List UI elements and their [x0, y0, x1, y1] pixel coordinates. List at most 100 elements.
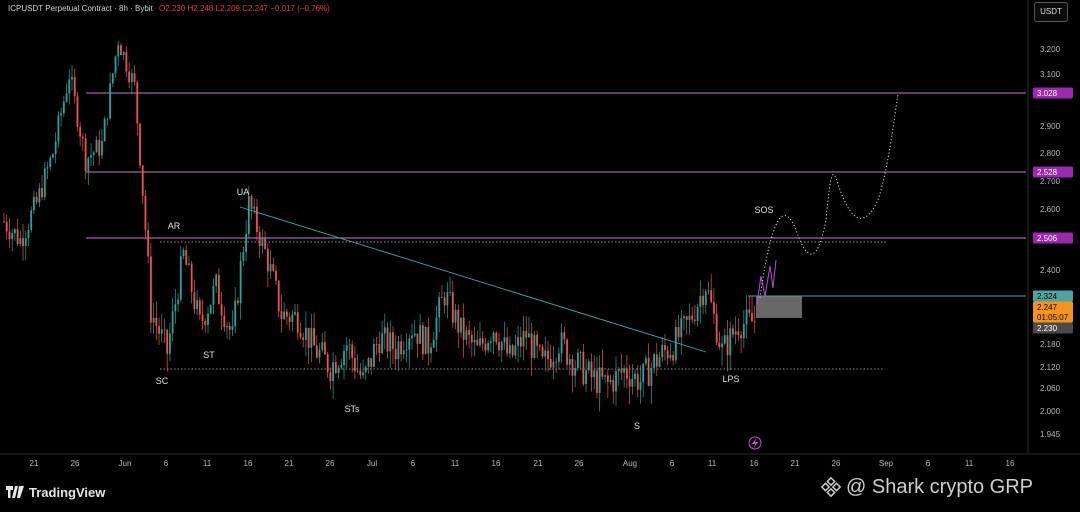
candle-body: [560, 332, 563, 354]
x-tick-label: 6: [926, 459, 931, 468]
wyckoff-annotation: UA: [237, 187, 250, 197]
candle-body: [3, 221, 5, 223]
candle-body: [541, 346, 544, 357]
wyckoff-annotation: S: [634, 421, 640, 431]
candle-body: [35, 196, 38, 203]
candle-body: [179, 256, 182, 300]
candle-body: [590, 361, 593, 378]
x-tick-label: 21: [285, 459, 294, 468]
candle-body: [664, 345, 666, 351]
x-tick-label: 26: [575, 459, 584, 468]
price-axis-label: 2.324: [1037, 292, 1058, 301]
candle-body: [451, 292, 454, 323]
wyckoff-annotation: STs: [344, 404, 360, 414]
y-tick-label: 2.180: [1040, 340, 1061, 349]
candle-body: [149, 256, 152, 323]
candle-body: [68, 79, 71, 94]
candle-body: [359, 370, 362, 376]
candle-body: [378, 344, 381, 354]
candle-body: [160, 329, 163, 334]
candle-body: [446, 292, 449, 306]
tradingview-logo[interactable]: TradingView: [6, 483, 105, 501]
candle-body: [577, 352, 579, 369]
candle-body: [620, 369, 623, 373]
candle-body: [489, 341, 492, 343]
y-tick-label: 2.120: [1040, 363, 1061, 372]
candle-body: [647, 358, 650, 386]
wyckoff-annotation: SOS: [754, 205, 773, 215]
candle-body: [84, 138, 87, 172]
x-tick-label: 11: [708, 459, 717, 468]
candle-body: [457, 309, 460, 333]
candle-body: [696, 307, 699, 321]
candle-body: [76, 96, 79, 127]
candle-body: [742, 324, 745, 339]
candle-body: [285, 311, 288, 317]
candle-body: [498, 342, 500, 351]
candle-body: [677, 326, 680, 338]
wyckoff-annotation: SC: [156, 376, 169, 386]
x-tick-label: 11: [451, 459, 460, 468]
price-axis-label: 2.247: [1037, 303, 1058, 312]
candle-body: [571, 359, 574, 376]
binance-logo-icon: [820, 476, 842, 498]
candle-body: [615, 370, 617, 392]
candle-body: [106, 118, 109, 120]
candle-body: [163, 329, 166, 331]
candle-body: [544, 350, 547, 357]
candle-body: [606, 375, 609, 382]
x-tick-label: 16: [750, 459, 759, 468]
candle-body: [334, 362, 337, 373]
candle-body: [389, 332, 392, 352]
candle-body: [98, 139, 101, 156]
candle-body: [427, 326, 430, 354]
candle-body: [177, 299, 179, 305]
candle-body: [313, 328, 315, 346]
candle-body: [416, 333, 419, 344]
candle-body: [139, 123, 141, 166]
candle-body: [549, 359, 552, 368]
candle-body: [38, 188, 41, 203]
candle-body: [217, 274, 220, 305]
price-axis-label: 2.230: [1037, 324, 1058, 333]
x-tick-label: 26: [832, 459, 841, 468]
candle-body: [351, 344, 354, 358]
candle-body: [41, 188, 43, 198]
y-tick-label: 2.900: [1040, 122, 1061, 131]
chart-frame[interactable]: 3.200 3.100 2.900 2.800 2.700 2.600 2.400 2.180…: [0, 0, 1080, 512]
candle-body: [400, 341, 403, 355]
candle-body: [585, 370, 587, 385]
candle-body: [136, 82, 139, 124]
candle-body: [345, 345, 348, 351]
candle-body: [103, 118, 106, 142]
candle-body: [307, 327, 310, 348]
currency-button[interactable]: USDT: [1034, 2, 1068, 22]
candle-body: [147, 230, 150, 257]
candle-body: [729, 328, 732, 356]
price-chart[interactable]: 3.200 3.100 2.900 2.800 2.700 2.600 2.400 2.180…: [0, 0, 1080, 512]
candle-body: [201, 314, 204, 321]
candle-body: [460, 317, 462, 333]
candle-body: [73, 76, 76, 97]
candle-body: [604, 375, 607, 377]
x-tick-label: 16: [1006, 459, 1015, 468]
y-tick-label: 2.060: [1040, 384, 1061, 393]
candle-body: [557, 353, 560, 362]
y-tick-label: 2.700: [1040, 177, 1061, 186]
candle-body: [533, 334, 536, 358]
watermark: @ Shark crypto GRP: [820, 474, 1033, 500]
candle-body: [685, 316, 688, 320]
x-tick-label: 11: [203, 459, 212, 468]
forecast-path: [759, 93, 899, 299]
candle-body: [411, 335, 413, 339]
candle-body: [87, 157, 90, 172]
candle-body: [296, 312, 299, 333]
symbol-title[interactable]: ICPUSDT Perpetual Contract · 8h · Bybit: [8, 4, 153, 13]
candle-body: [443, 297, 446, 306]
candle-body: [239, 260, 242, 304]
candle-body: [484, 343, 487, 351]
candle-body: [470, 334, 473, 343]
candle-body: [691, 315, 694, 320]
candle-body: [196, 300, 199, 309]
candle-body: [43, 168, 46, 198]
